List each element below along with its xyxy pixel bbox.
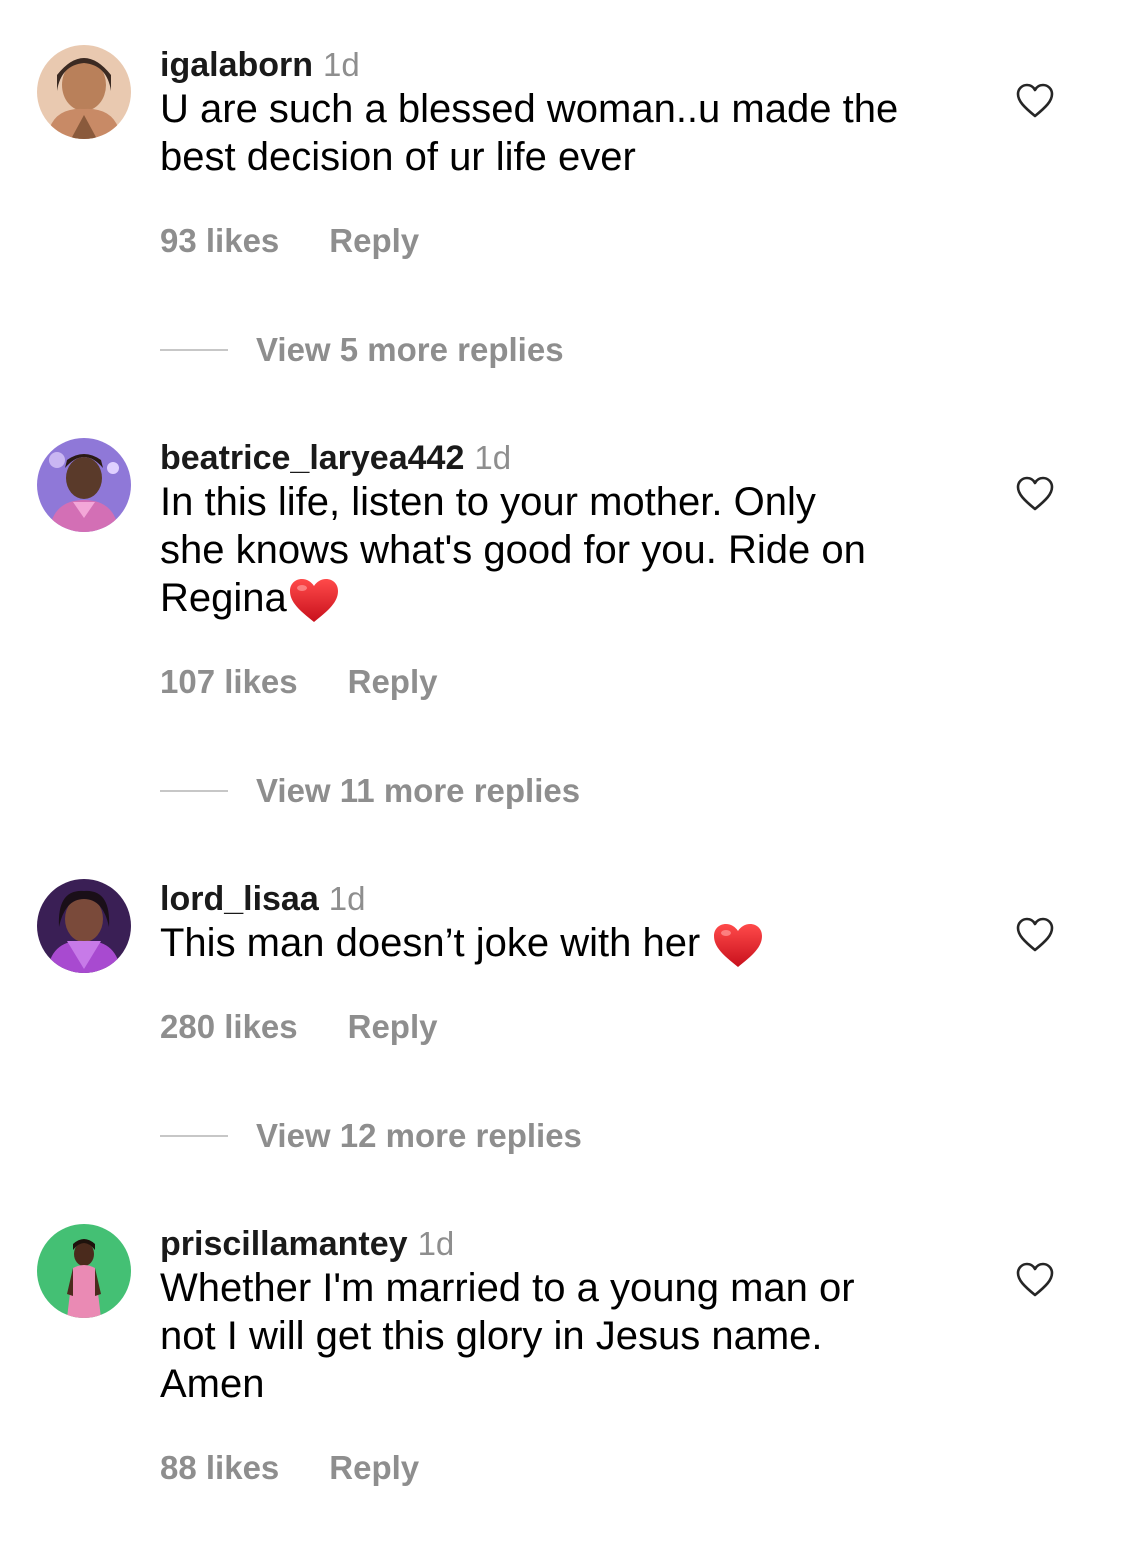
comment-text-line: This man doesn’t joke with her [160,921,712,965]
username[interactable]: lord_lisaa [160,880,319,918]
view-replies-button[interactable]: View 5 more replies [160,330,564,370]
avatar[interactable] [37,1224,131,1318]
comment-header: beatrice_laryea442 1d [160,438,511,478]
comment-header: priscillamantey 1d [160,1224,454,1264]
reply-button[interactable]: Reply [329,1449,419,1486]
comment-text-line: best decision of ur life ever [160,135,636,179]
reply-button[interactable]: Reply [348,1008,438,1045]
username[interactable]: igalaborn [160,46,313,84]
view-replies-button[interactable]: View 11 more replies [160,771,580,811]
timestamp: 1d [417,1225,455,1262]
comment-text-line: In this life, listen to your mother. Onl… [160,480,816,524]
red-heart-emoji-icon [711,919,765,967]
comment-text-line-with-emoji: Regina [160,574,980,622]
reply-button[interactable]: Reply [329,222,419,259]
username[interactable]: priscillamantey [160,1225,408,1263]
like-heart-icon[interactable] [1016,1262,1054,1298]
avatar[interactable] [37,438,131,532]
view-replies-label[interactable]: View 5 more replies [256,331,564,368]
comment-text: This man doesn’t joke with her [160,919,980,967]
comment-text-line: she knows what's good for you. Ride on [160,528,866,572]
like-heart-icon[interactable] [1016,83,1054,119]
like-heart-icon[interactable] [1016,917,1054,953]
view-replies-button[interactable]: View 12 more replies [160,1116,582,1156]
comment-meta: 280 likes Reply [160,1007,438,1047]
comment-text-line-with-emoji: This man doesn’t joke with her [160,919,980,967]
reply-button[interactable]: Reply [348,663,438,700]
timestamp: 1d [328,880,366,917]
likes-count[interactable]: 280 likes [160,1008,298,1045]
divider-line [160,1135,228,1137]
red-heart-emoji-icon [287,574,341,622]
comment-text-line: U are such a blessed woman..u made the [160,87,899,131]
like-heart-icon[interactable] [1016,476,1054,512]
divider-line [160,790,228,792]
comment-header: igalaborn 1d [160,45,360,85]
comment-text: In this life, listen to your mother. Onl… [160,478,980,622]
avatar[interactable] [37,879,131,973]
view-replies-label[interactable]: View 12 more replies [256,1117,582,1154]
comment-meta: 107 likes Reply [160,662,438,702]
comment-meta: 93 likes Reply [160,221,419,261]
username[interactable]: beatrice_laryea442 [160,439,464,477]
comment-header: lord_lisaa 1d [160,879,365,919]
avatar[interactable] [37,45,131,139]
timestamp: 1d [474,439,512,476]
comment-text-line: Amen [160,1362,265,1406]
likes-count[interactable]: 93 likes [160,222,279,259]
timestamp: 1d [323,46,360,83]
comment-text-line: not I will get this glory in Jesus name. [160,1314,823,1358]
comment-meta: 88 likes Reply [160,1448,419,1488]
comment-text: U are such a blessed woman..u made the b… [160,85,980,181]
comment-text: Whether I'm married to a young man or no… [160,1264,980,1408]
view-replies-label[interactable]: View 11 more replies [256,772,580,809]
likes-count[interactable]: 107 likes [160,663,298,700]
divider-line [160,349,228,351]
likes-count[interactable]: 88 likes [160,1449,279,1486]
comment-text-line: Regina [160,576,287,620]
comment-text-line: Whether I'm married to a young man or [160,1266,855,1310]
